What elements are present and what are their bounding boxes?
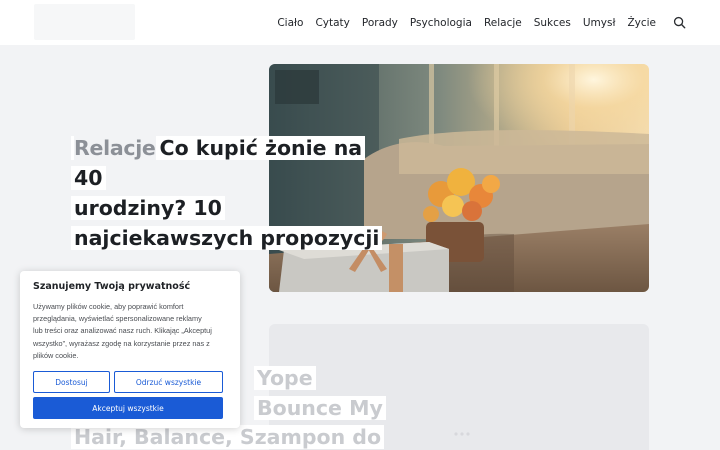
post-category-badge[interactable]: Relacje [74,136,156,160]
search-icon[interactable] [673,16,686,29]
post-title-line[interactable]: Bounce My [254,395,386,420]
loading-dots-icon [454,432,470,436]
nav-item-psychologia[interactable]: Psychologia [410,17,472,29]
site-header: Ciało Cytaty Porady Psychologia Relacje … [0,0,720,45]
site-logo[interactable] [34,4,135,40]
main-nav: Ciało Cytaty Porady Psychologia Relacje … [277,0,656,45]
accept-all-button[interactable]: Akceptuj wszystkie [33,397,223,419]
nav-item-cytaty[interactable]: Cytaty [315,17,349,29]
nav-item-porady[interactable]: Porady [362,17,398,29]
cookie-dialog-title: Szanujemy Twoją prywatność [33,281,191,292]
nav-item-sukces[interactable]: Sukces [534,17,571,29]
post-title-line[interactable]: Yope [254,366,316,390]
cookie-dialog-text: Używamy plików cookie, aby poprawić komf… [33,301,229,362]
cookie-text-line: wszystko”, wyrażasz zgodę na korzystanie… [33,338,210,348]
cookie-text-line: przeglądania, wyświetlać spersonalizowan… [33,314,202,324]
post-title-line[interactable]: najciekawszych propozycji [71,226,383,250]
post-title-line[interactable]: urodziny? 10 [71,196,225,220]
nav-item-umysl[interactable]: Umysł [583,17,616,29]
customize-button[interactable]: Dostosuj [33,371,110,393]
post-title-line[interactable]: Hair, Balance, Szampon do [71,425,385,449]
cookie-text-line: plików cookie. [33,350,79,360]
post-title[interactable]: Relacje Co kupić żonie na 40 urodziny? 10… [71,133,391,253]
cookie-text-line: lub treści oraz analizować nasz ruch. Kl… [33,326,212,336]
nav-item-relacje[interactable]: Relacje [484,17,522,29]
reject-all-button[interactable]: Odrzuć wszystkie [114,371,223,393]
cookie-consent-dialog: Szanujemy Twoją prywatność Używamy plikó… [20,271,240,428]
nav-item-cialo[interactable]: Ciało [277,17,303,29]
cookie-text-line: Używamy plików cookie, aby poprawić komf… [33,302,184,311]
nav-item-zycie[interactable]: Życie [627,17,656,29]
